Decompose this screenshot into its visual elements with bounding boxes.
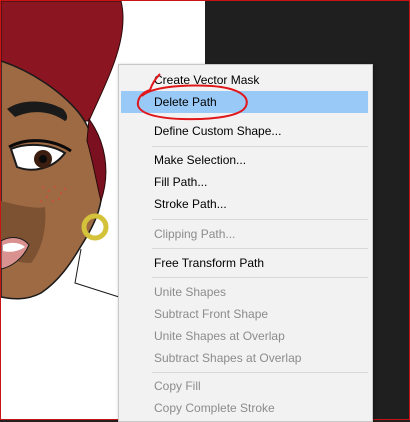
menu-item-free-transform-path[interactable]: Free Transform Path [119,252,372,274]
eye-pupil [39,155,47,163]
menu-item-stroke-path[interactable]: Stroke Path... [119,193,372,215]
menu-item-make-selection[interactable]: Make Selection... [119,149,372,171]
collar-line [74,248,120,298]
menu-item-fill-path[interactable]: Fill Path... [119,171,372,193]
menu-item-copy-complete-stroke: Copy Complete Stroke [154,401,275,415]
menu-separator [152,219,368,220]
menu-item-subtract-front-shape: Subtract Front Shape [154,307,269,321]
menu-separator [152,277,368,278]
menu-item-unite-shapes-at-overlap: Unite Shapes at Overlap [154,329,285,343]
menu-item-copy-fill: Copy Fill [154,379,201,393]
menu-item-subtract-shapes-at-overlap: Subtract Shapes at Overlap [154,351,302,365]
menu-item-create-vector-mask[interactable]: Create Vector Mask [119,69,372,91]
menu-item-clipping-path: Clipping Path... [154,227,236,241]
menu-separator [152,372,368,373]
menu-item-unite-shapes: Unite Shapes [154,285,227,299]
path-context-menu: Create Vector Mask Delete Path Define Cu… [118,64,373,422]
menu-item-delete-path[interactable]: Delete Path [121,91,368,113]
menu-separator [152,248,368,249]
menu-separator [152,146,368,147]
menu-item-define-custom-shape[interactable]: Define Custom Shape... [119,120,372,142]
